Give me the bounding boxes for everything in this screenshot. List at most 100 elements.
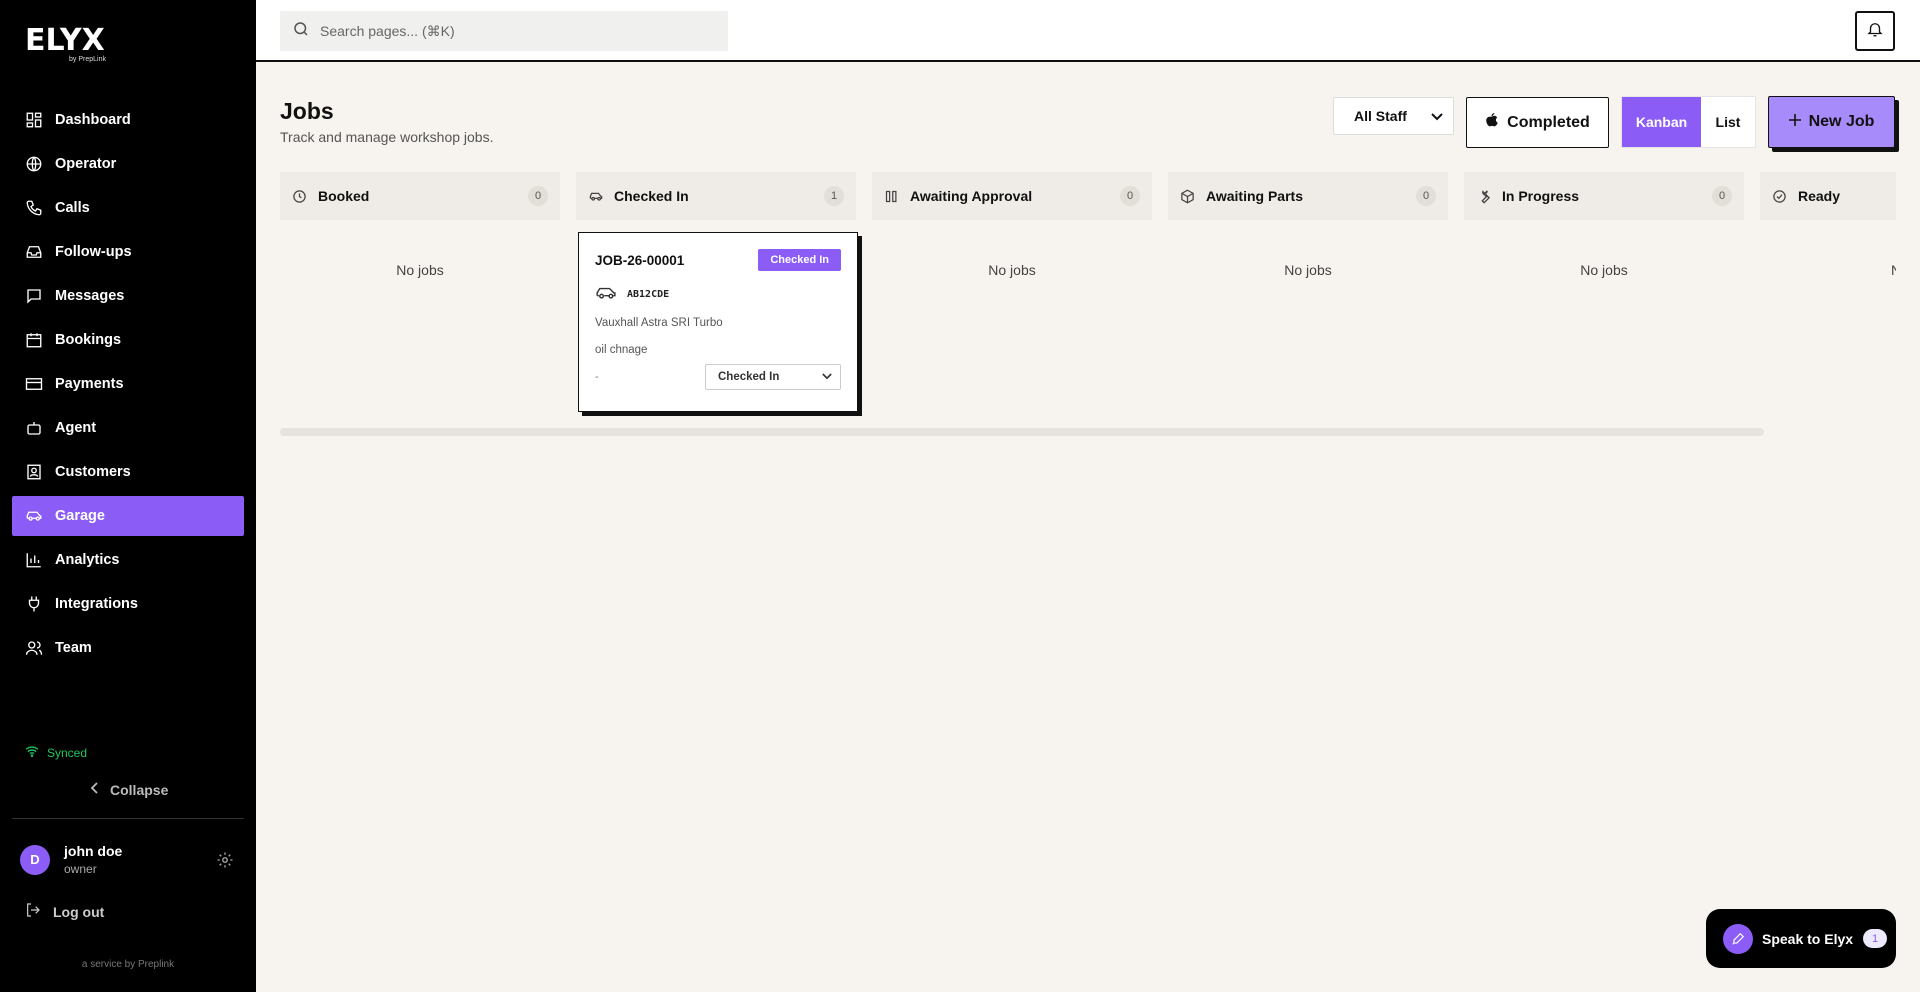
service-credit: a service by Preplink [81,959,175,970]
sync-status: Synced [25,745,87,760]
apple-icon [1485,112,1499,133]
sidebar-item-label: Payments [55,376,124,392]
column-title: Awaiting Parts [1206,188,1303,204]
assignee: - [595,371,599,383]
sidebar-item-bookings[interactable]: Bookings [12,320,244,360]
staff-filter-select[interactable]: All Staff [1333,97,1454,135]
avatar: D [20,844,50,875]
search-box[interactable] [280,11,728,51]
column-header: Ready [1760,172,1896,220]
tab-list[interactable]: List [1701,97,1755,147]
credit-card-icon [24,374,44,394]
empty-state: No jobs [1284,262,1332,278]
vehicle-model: Vauxhall Astra SRI Turbo [595,317,723,329]
job-card[interactable]: JOB-26-00001 Checked In AB12CDE Vauxhall… [578,232,858,412]
column-count: 0 [528,186,548,206]
column-count: 1 [824,186,844,206]
status-select-value: Checked In [718,371,780,383]
logo-wordmark: ELYX [25,23,105,58]
column-in-progress: In Progress 0 No jobs [1464,172,1744,278]
collapse-label: Collapse [110,781,169,798]
sidebar-item-follow-ups[interactable]: Follow-ups [12,232,244,272]
divider [12,818,244,819]
empty-state: No jobs [988,262,1036,278]
speak-to-elyx-button[interactable]: Speak to Elyx 1 [1706,909,1896,968]
pen-icon [1723,923,1753,954]
new-job-button[interactable]: New Job [1768,96,1895,148]
gear-icon[interactable] [216,851,234,874]
user-info: john doe owner [64,843,122,876]
sidebar-item-label: Dashboard [55,112,131,128]
staff-filter-value: All Staff [1354,108,1407,124]
logo[interactable]: ELYX by PrepLink [25,23,106,64]
logo-subtitle: by PrepLink [69,56,106,63]
sidebar-item-agent[interactable]: Agent [12,408,244,448]
status-select[interactable]: Checked In [705,364,841,390]
user-profile[interactable]: D john doe owner [20,843,122,876]
columns-icon [884,188,900,204]
bot-icon [24,418,44,438]
chart-icon [24,550,44,570]
board-scrollbar[interactable] [280,428,1764,436]
empty-state: No jobs [1580,262,1628,278]
globe-icon [24,154,44,174]
collapse-button[interactable]: Collapse [90,781,168,798]
chevron-down-icon [1431,108,1443,124]
sync-status-label: Synced [47,745,88,760]
chevron-left-icon [90,781,100,798]
sidebar-item-label: Team [55,640,92,656]
column-title: Booked [318,188,370,204]
user-role: owner [64,862,97,876]
calendar-icon [24,330,44,350]
contact-icon [24,462,44,482]
sidebar: ELYX by PrepLink Dashboard Operator Call… [0,0,256,992]
logout-label: Log out [53,903,105,920]
sidebar-item-label: Follow-ups [55,244,132,260]
status-badge: Checked In [758,249,841,271]
completed-button[interactable]: Completed [1466,97,1609,148]
sidebar-item-label: Agent [55,420,97,436]
sidebar-item-label: Bookings [55,332,122,348]
column-checked-in: Checked In 1 JOB-26-00001 Checked In AB1… [576,172,858,412]
sidebar-item-garage[interactable]: Garage [12,496,244,536]
notifications-button[interactable] [1855,11,1895,51]
column-header: Awaiting Parts 0 [1168,172,1448,220]
top-bar [256,0,1920,62]
search-input[interactable] [320,23,700,39]
page-title: Jobs [280,98,334,124]
plus-icon [1788,113,1801,131]
column-header: Awaiting Approval 0 [872,172,1152,220]
logout-button[interactable]: Log out [25,902,104,921]
car-icon [595,285,617,304]
sidebar-item-label: Garage [55,508,105,524]
column-awaiting-approval: Awaiting Approval 0 No jobs [872,172,1152,278]
sidebar-item-analytics[interactable]: Analytics [12,540,244,580]
column-booked: Booked 0 No jobs [280,172,560,278]
sidebar-item-operator[interactable]: Operator [12,144,244,184]
sidebar-item-messages[interactable]: Messages [12,276,244,316]
sidebar-item-team[interactable]: Team [12,628,244,668]
sidebar-item-payments[interactable]: Payments [12,364,244,404]
kanban-board: Booked 0 No jobs Checked In 1 JOB-26-000… [280,172,1896,442]
bell-icon [1866,20,1884,43]
vehicle-registration: AB12CDE [595,285,841,304]
column-header: Checked In 1 [576,172,856,220]
speak-label: Speak to Elyx [1762,930,1854,947]
search-icon [292,20,310,43]
column-title: Ready [1798,188,1841,204]
logout-icon [25,902,41,921]
sidebar-item-calls[interactable]: Calls [12,188,244,228]
column-awaiting-parts: Awaiting Parts 0 No jobs [1168,172,1448,278]
sidebar-item-dashboard[interactable]: Dashboard [12,100,244,140]
message-icon [24,286,44,306]
sidebar-item-integrations[interactable]: Integrations [12,584,244,624]
column-title: In Progress [1502,188,1580,204]
tab-kanban[interactable]: Kanban [1622,97,1701,147]
column-count: 0 [1120,186,1140,206]
users-icon [24,638,44,658]
column-count: 0 [1416,186,1436,206]
grid-icon [24,110,44,130]
wifi-icon [25,745,39,760]
new-job-label: New Job [1808,113,1875,130]
sidebar-item-customers[interactable]: Customers [12,452,244,492]
